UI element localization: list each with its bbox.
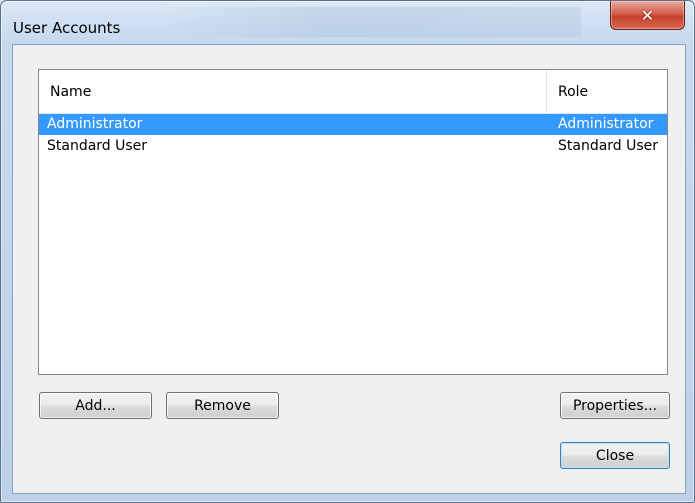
close-button[interactable]: Close	[560, 442, 670, 469]
column-header-name[interactable]: Name	[50, 70, 91, 113]
properties-button[interactable]: Properties...	[560, 392, 670, 419]
titlebar-background	[161, 7, 581, 37]
user-accounts-list[interactable]: Name Role Administrator Administrator St…	[38, 69, 668, 375]
list-item-name: Administrator	[47, 116, 143, 132]
list-item-role: Standard User	[558, 138, 659, 154]
column-divider[interactable]	[546, 70, 547, 113]
window-close-button[interactable]: ✕	[610, 1, 685, 30]
list-item-name: Standard User	[47, 138, 148, 154]
dialog-client-area: Name Role Administrator Administrator St…	[12, 44, 686, 494]
list-item-role: Administrator	[558, 116, 654, 132]
list-item[interactable]: Standard User Standard User	[39, 136, 667, 157]
remove-button[interactable]: Remove	[166, 392, 279, 419]
close-icon: ✕	[640, 5, 655, 25]
dialog-title: User Accounts	[13, 19, 121, 37]
user-accounts-dialog: User Accounts ✕ Name Role Administrator …	[0, 0, 695, 503]
add-button[interactable]: Add...	[39, 392, 152, 419]
column-header-role[interactable]: Role	[558, 70, 588, 113]
list-header: Name Role	[39, 70, 667, 114]
list-item[interactable]: Administrator Administrator	[39, 114, 667, 135]
